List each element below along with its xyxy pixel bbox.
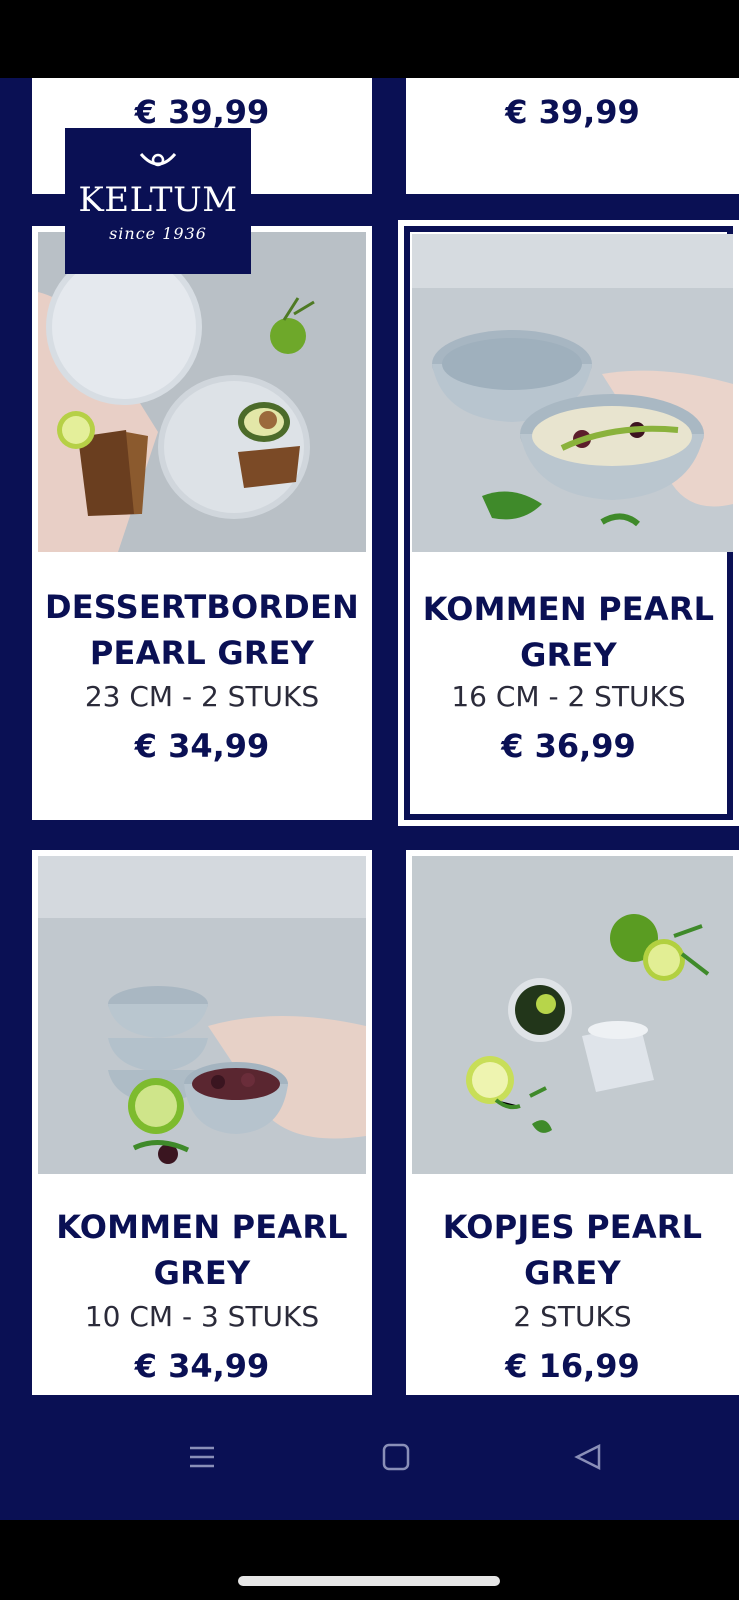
app-screen: € 39,99 € 39,99 DESSERTBORDEN PEARL GREY…: [0, 78, 739, 1520]
product-size: 10 CM - 3 STUKS: [84, 1300, 320, 1333]
brand-tagline: since 1936: [109, 224, 207, 243]
status-bar: [0, 0, 739, 78]
product-image: [38, 232, 366, 552]
product-card-partial-right[interactable]: € 39,99: [406, 78, 739, 194]
square-icon[interactable]: [366, 1427, 426, 1487]
product-price: € 39,99: [134, 93, 270, 131]
product-card-kommen-16cm[interactable]: KOMMEN PEARL GREY 16 CM - 2 STUKS € 36,9…: [398, 220, 739, 826]
product-image: [412, 234, 733, 552]
product-card-kopjes[interactable]: KOPJES PEARL GREY 2 STUKS € 16,99: [406, 850, 739, 1395]
brand-name: KELTUM: [78, 180, 238, 220]
gesture-area: [0, 1520, 739, 1600]
product-title-line1: DESSERTBORDEN: [44, 588, 359, 626]
product-price: € 16,99: [505, 1347, 640, 1385]
hamburger-icon[interactable]: [172, 1427, 232, 1487]
product-price: € 39,99: [505, 93, 640, 131]
product-card-kommen-10cm[interactable]: KOMMEN PEARL GREY 10 CM - 3 STUKS € 34,9…: [32, 850, 372, 1395]
product-title-line1: KOPJES PEARL: [442, 1208, 703, 1246]
product-size: 23 CM - 2 STUKS: [84, 680, 320, 713]
keltum-logo: KELTUM since 1936: [65, 128, 251, 274]
product-title-line1: KOMMEN PEARL: [56, 1208, 348, 1246]
product-price: € 34,99: [134, 727, 270, 765]
product-title-line2: GREY: [153, 1254, 251, 1292]
product-price: € 34,99: [134, 1347, 270, 1385]
home-indicator[interactable]: [238, 1576, 500, 1586]
navigation-bar: [0, 1395, 739, 1520]
product-size: 2 STUKS: [513, 1300, 632, 1333]
product-image: [38, 856, 366, 1174]
triangle-back-icon[interactable]: [558, 1427, 618, 1487]
product-title-line2: GREY: [524, 1254, 621, 1292]
product-title-line2: GREY: [520, 636, 617, 674]
product-price: € 36,99: [501, 727, 636, 765]
product-card-dessertborden[interactable]: DESSERTBORDEN PEARL GREY 23 CM - 2 STUKS…: [32, 226, 372, 820]
product-title-line1: KOMMEN PEARL: [422, 590, 715, 628]
product-title-line2: PEARL GREY: [89, 634, 315, 672]
product-image: [412, 856, 733, 1174]
product-size: 16 CM - 2 STUKS: [451, 680, 686, 713]
horn-icon: [65, 150, 251, 178]
